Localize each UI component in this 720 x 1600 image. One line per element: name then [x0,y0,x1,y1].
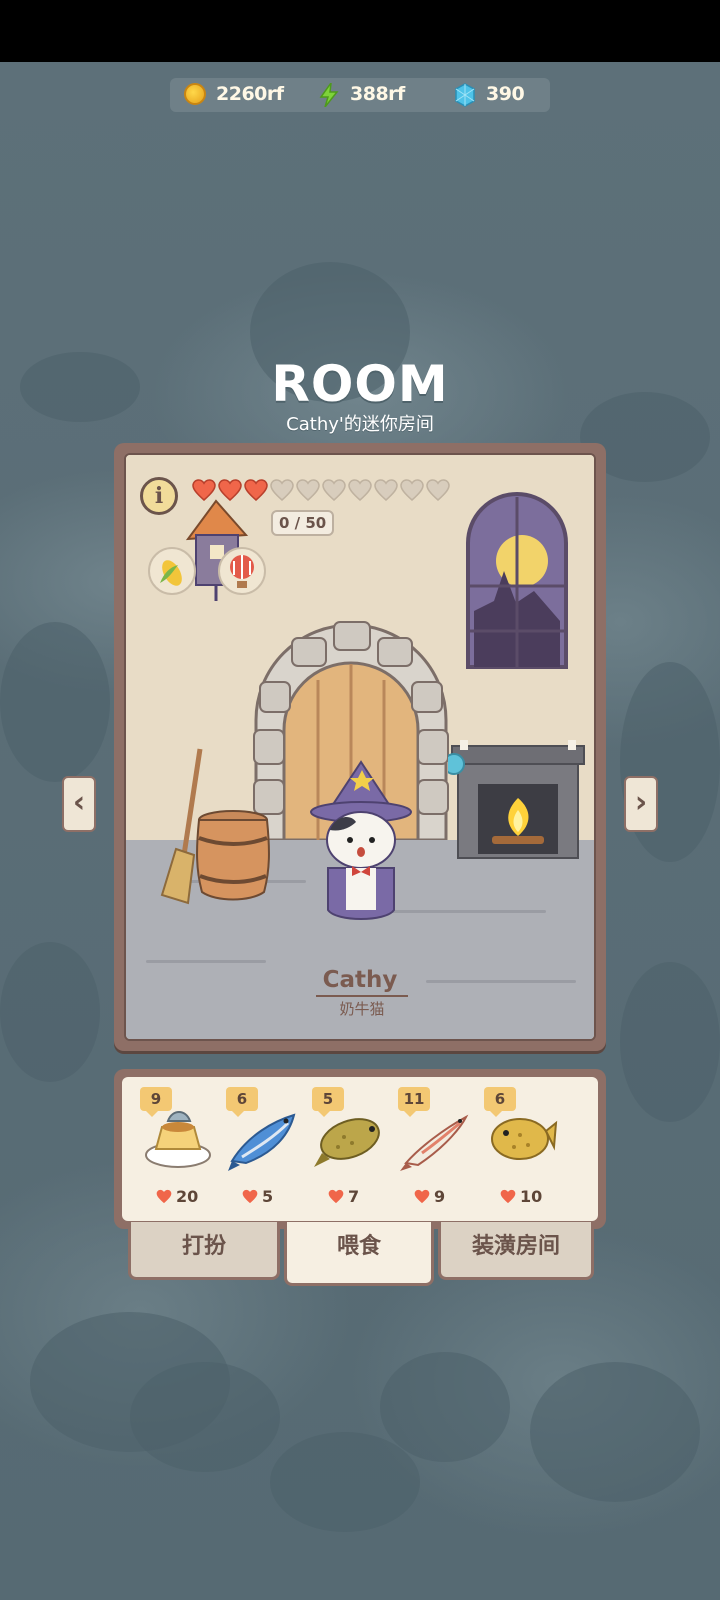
food-panel: 9 20 6 5 5 7 11 9 6 10 [114,1069,606,1229]
heart-icon [242,1189,258,1204]
food-count-badge: 6 [226,1087,258,1117]
pet-breed: 奶牛猫 [316,995,408,1019]
arched-window [466,492,568,669]
food-heart-amount: 5 [262,1187,274,1206]
food-heart-amount: 10 [520,1187,543,1206]
coin-counter[interactable]: 2260rf [184,83,284,105]
food-item-carp[interactable]: 57 [306,1087,390,1211]
tab-dress[interactable]: 打扮 [128,1222,280,1280]
heart-empty-icon [374,479,398,501]
room-title: ROOM [271,355,449,413]
food-count-badge: 6 [484,1087,516,1117]
food-heart-value: 5 [242,1187,273,1206]
gem-counter[interactable]: 390 [454,83,525,107]
heart-filled-icon [244,479,268,501]
food-item-pudding-fish[interactable]: 9 20 [134,1087,218,1211]
heart-icon [328,1189,344,1204]
heart-empty-icon [400,479,424,501]
heart-icon [500,1189,516,1204]
heart-empty-icon [348,479,372,501]
food-heart-value: 9 [414,1187,445,1206]
heart-empty-icon [426,479,450,501]
food-item-flatfish[interactable]: 6 10 [478,1087,562,1211]
affection-hearts [192,479,450,501]
pet-name: Cathy [322,967,398,993]
affection-progress: 0 / 50 [271,510,335,536]
food-heart-amount: 20 [176,1187,199,1206]
heart-filled-icon [218,479,242,501]
food-heart-value: 7 [328,1187,359,1206]
heart-empty-icon [296,479,320,501]
cat-pet[interactable] [306,760,416,925]
heart-filled-icon [192,479,216,501]
heart-icon [156,1189,172,1204]
food-heart-amount: 9 [434,1187,446,1206]
corn-bubble[interactable] [148,547,196,595]
room-scene: i 0 / 50 Cathy 奶牛猫 [124,453,596,1041]
food-list[interactable]: 9 20 6 5 5 7 11 9 6 10 [122,1077,598,1221]
food-heart-value: 20 [156,1187,198,1206]
currency-bar: 2260rf 388rf 390 [170,78,550,112]
barrel [196,810,270,901]
food-count-badge: 5 [312,1087,344,1117]
fireplace [448,740,585,859]
gem-icon [454,83,476,107]
food-item-small-fish[interactable]: 11 9 [392,1087,476,1211]
balloon-bubble[interactable] [218,547,266,595]
corn-icon [160,560,182,586]
food-heart-amount: 7 [348,1187,360,1206]
heart-icon [414,1189,430,1204]
lightning-icon [318,80,340,108]
tab-bar: 打扮 喂食 装潢房间 [128,1222,594,1286]
coin-icon [184,83,206,105]
food-heart-value: 10 [500,1187,542,1206]
info-button[interactable]: i [140,477,178,515]
food-count-badge: 9 [140,1087,172,1117]
heart-empty-icon [270,479,294,501]
energy-counter[interactable]: 388rf [318,80,405,108]
status-bar [0,0,720,62]
room-panel: i 0 / 50 Cathy 奶牛猫 [114,443,606,1051]
tab-decorate[interactable]: 装潢房间 [438,1222,594,1280]
food-item-tuna[interactable]: 65 [220,1087,304,1211]
room-subtitle: Cathy'的迷你房间 [286,414,434,435]
food-count-badge: 11 [398,1087,430,1117]
tab-feed[interactable]: 喂食 [284,1222,434,1286]
next-room-button[interactable]: › [624,776,658,832]
hot-air-balloon-icon [230,555,254,588]
prev-room-button[interactable]: ‹ [62,776,96,832]
heart-empty-icon [322,479,346,501]
